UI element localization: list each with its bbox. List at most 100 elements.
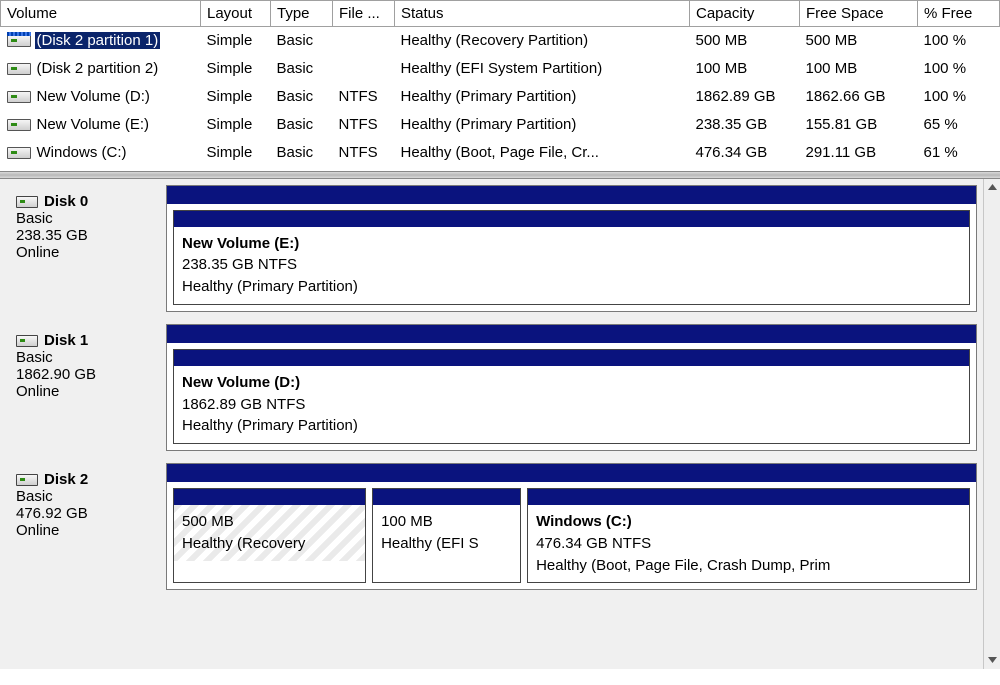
disk-state: Online: [16, 244, 158, 261]
partition-bar: [528, 489, 969, 505]
col-fs[interactable]: File ...: [333, 1, 395, 27]
cell-capacity: 476.34 GB: [690, 139, 800, 167]
disk-graph: New Volume (D:)1862.89 GB NTFSHealthy (P…: [166, 324, 977, 451]
disk-type: Basic: [16, 349, 158, 366]
volume-name: (Disk 2 partition 2): [35, 60, 161, 77]
cell-free: 1862.66 GB: [800, 83, 918, 111]
disk-label[interactable]: Disk 0Basic238.35 GBOnline: [6, 185, 166, 312]
disk-state: Online: [16, 383, 158, 400]
volume-row[interactable]: (Disk 2 partition 2) SimpleBasic Healthy (…: [1, 55, 1000, 83]
partition-size: 476.34 GB NTFS: [536, 533, 961, 555]
cell-type: Basic: [271, 83, 333, 111]
disk-state: Online: [16, 522, 158, 539]
cell-status: Healthy (Recovery Partition): [395, 27, 690, 55]
partition-size: 100 MB: [381, 511, 512, 533]
scrollbar-vertical[interactable]: [983, 179, 1000, 669]
disk-size: 1862.90 GB: [16, 366, 158, 383]
volume-name: New Volume (D:): [35, 88, 152, 105]
cell-fs: [333, 55, 395, 83]
disk-block: Disk 0Basic238.35 GBOnlineNew Volume (E:…: [6, 185, 977, 312]
disk-title: Disk 1: [44, 332, 88, 349]
cell-type: Basic: [271, 139, 333, 167]
cell-capacity: 500 MB: [690, 27, 800, 55]
cell-pct: 100 %: [918, 83, 1000, 111]
partition-bar: [174, 489, 365, 505]
cell-layout: Simple: [201, 139, 271, 167]
cell-type: Basic: [271, 27, 333, 55]
disk-icon: [16, 196, 38, 208]
cell-fs: NTFS: [333, 83, 395, 111]
scroll-up-icon[interactable]: [984, 179, 1000, 197]
drive-icon: [7, 63, 31, 75]
cell-capacity: 1862.89 GB: [690, 83, 800, 111]
col-layout[interactable]: Layout: [201, 1, 271, 27]
scroll-down-icon[interactable]: [984, 651, 1000, 669]
col-free[interactable]: Free Space: [800, 1, 918, 27]
partition-status: Healthy (Primary Partition): [182, 276, 961, 298]
cell-pct: 100 %: [918, 27, 1000, 55]
disk-topbar: [167, 186, 976, 204]
volume-name: Windows (C:): [35, 144, 129, 161]
partition[interactable]: 100 MBHealthy (EFI S: [372, 488, 521, 583]
disk-graph: 500 MBHealthy (Recovery100 MBHealthy (EF…: [166, 463, 977, 590]
volume-row[interactable]: Windows (C:) SimpleBasicNTFSHealthy (Boot…: [1, 139, 1000, 167]
volume-row[interactable]: (Disk 2 partition 1) SimpleBasic Healthy (…: [1, 27, 1000, 55]
disk-map-pane: Disk 0Basic238.35 GBOnlineNew Volume (E:…: [0, 179, 983, 669]
partition-status: Healthy (Recovery: [182, 533, 357, 555]
partition-status: Healthy (Boot, Page File, Crash Dump, Pr…: [536, 555, 961, 577]
volume-row[interactable]: New Volume (E:) SimpleBasicNTFSHealthy (P…: [1, 111, 1000, 139]
volume-row[interactable]: New Volume (D:)SimpleBasicNTFSHealthy (P…: [1, 83, 1000, 111]
cell-status: Healthy (EFI System Partition): [395, 55, 690, 83]
cell-free: 155.81 GB: [800, 111, 918, 139]
cell-pct: 100 %: [918, 55, 1000, 83]
cell-status: Healthy (Primary Partition): [395, 111, 690, 139]
disk-topbar: [167, 325, 976, 343]
disk-title: Disk 0: [44, 193, 88, 210]
partition-size: 238.35 GB NTFS: [182, 254, 961, 276]
disk-topbar: [167, 464, 976, 482]
partition-title: Windows (C:): [536, 511, 961, 533]
drive-icon: [7, 91, 31, 103]
cell-pct: 65 %: [918, 111, 1000, 139]
cell-status: Healthy (Primary Partition): [395, 83, 690, 111]
cell-type: Basic: [271, 111, 333, 139]
disk-size: 476.92 GB: [16, 505, 158, 522]
partition-status: Healthy (Primary Partition): [182, 415, 961, 437]
partition-title: New Volume (D:): [182, 372, 961, 394]
disk-graph: New Volume (E:)238.35 GB NTFSHealthy (Pr…: [166, 185, 977, 312]
volume-list-table[interactable]: Volume Layout Type File ... Status Capac…: [0, 0, 1000, 167]
partition-bar: [174, 211, 969, 227]
cell-layout: Simple: [201, 27, 271, 55]
disk-icon: [16, 335, 38, 347]
disk-label[interactable]: Disk 2Basic476.92 GBOnline: [6, 463, 166, 590]
cell-layout: Simple: [201, 111, 271, 139]
partition[interactable]: Windows (C:)476.34 GB NTFSHealthy (Boot,…: [527, 488, 970, 583]
cell-fs: NTFS: [333, 139, 395, 167]
drive-icon: [7, 147, 31, 159]
drive-icon: [7, 119, 31, 131]
cell-capacity: 238.35 GB: [690, 111, 800, 139]
col-pct[interactable]: % Free: [918, 1, 1000, 27]
volume-name: (Disk 2 partition 1): [35, 32, 161, 49]
partition[interactable]: 500 MBHealthy (Recovery: [173, 488, 366, 583]
cell-status: Healthy (Boot, Page File, Cr...: [395, 139, 690, 167]
disk-label[interactable]: Disk 1Basic1862.90 GBOnline: [6, 324, 166, 451]
cell-type: Basic: [271, 55, 333, 83]
partition-bar: [174, 350, 969, 366]
cell-free: 100 MB: [800, 55, 918, 83]
volume-name: New Volume (E:): [35, 116, 152, 133]
col-capacity[interactable]: Capacity: [690, 1, 800, 27]
disk-icon: [16, 474, 38, 486]
cell-capacity: 100 MB: [690, 55, 800, 83]
partition[interactable]: New Volume (D:)1862.89 GB NTFSHealthy (P…: [173, 349, 970, 444]
disk-type: Basic: [16, 210, 158, 227]
cell-fs: NTFS: [333, 111, 395, 139]
col-volume[interactable]: Volume: [1, 1, 201, 27]
cell-free: 291.11 GB: [800, 139, 918, 167]
pane-splitter[interactable]: [0, 171, 1000, 179]
cell-layout: Simple: [201, 55, 271, 83]
partition-size: 1862.89 GB NTFS: [182, 394, 961, 416]
partition[interactable]: New Volume (E:)238.35 GB NTFSHealthy (Pr…: [173, 210, 970, 305]
col-status[interactable]: Status: [395, 1, 690, 27]
col-type[interactable]: Type: [271, 1, 333, 27]
